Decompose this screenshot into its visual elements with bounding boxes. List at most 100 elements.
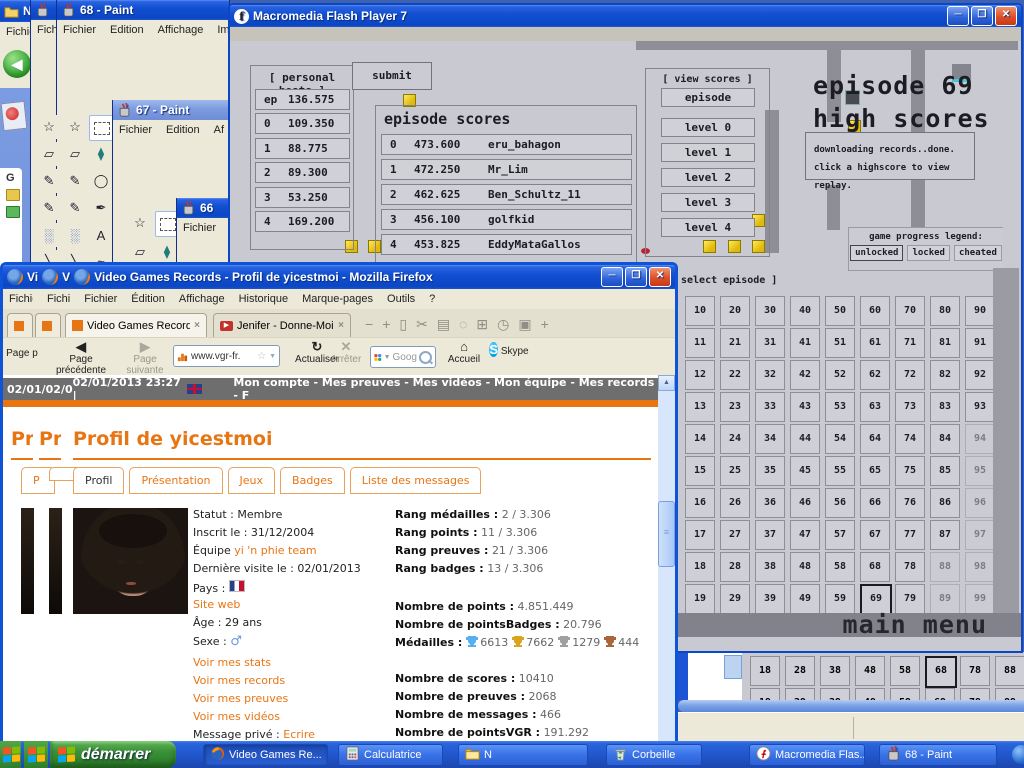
episode-button[interactable]: 54 <box>825 424 855 454</box>
episode-button[interactable]: 84 <box>930 424 960 454</box>
paint66-menu-bar[interactable]: Fichier <box>177 218 229 238</box>
episode-button[interactable]: 81 <box>930 328 960 358</box>
view-scores-button[interactable]: level 4 <box>661 218 755 237</box>
personal-best-row[interactable]: 4 169.200 <box>255 211 350 232</box>
episode-button[interactable]: 40 <box>790 296 820 326</box>
episode-button[interactable]: 31 <box>755 328 785 358</box>
scroll-up-icon[interactable]: ▲ <box>658 375 675 391</box>
episode-button[interactable]: 77 <box>895 520 925 550</box>
legend-cheated-button[interactable]: cheated <box>953 245 1002 261</box>
score-player[interactable]: Ben_Schultz_11 <box>488 188 581 201</box>
episode-button[interactable]: 19 <box>685 584 715 614</box>
episode-button[interactable]: 61 <box>860 328 890 358</box>
episode-button[interactable]: 88 <box>930 552 960 582</box>
url-text[interactable]: www.vgr-fr. <box>191 351 240 362</box>
episode-score-row[interactable]: 1 472.250 Mr_Lim <box>381 159 632 180</box>
episode-button[interactable]: 41 <box>790 328 820 358</box>
episode-button[interactable]: 51 <box>825 328 855 358</box>
menu-item[interactable]: Affichage <box>158 24 204 36</box>
airbrush-icon[interactable]: ░ <box>63 223 87 247</box>
episode-button[interactable]: 10 <box>685 296 715 326</box>
freeform-select-icon[interactable]: ☆ <box>63 115 87 139</box>
episode-button[interactable]: 69 <box>925 688 955 700</box>
episode-button[interactable]: 59 <box>890 688 920 700</box>
window-firefox[interactable]: Vi V Video Games Records - Profil de yic… <box>0 262 678 746</box>
episode-button[interactable]: 17 <box>685 520 715 550</box>
bookmark-star-icon[interactable]: ☆ <box>257 351 266 362</box>
episode-score-row[interactable]: 4 453.825 EddyMataGallos <box>381 234 632 255</box>
episode-button[interactable]: 71 <box>895 328 925 358</box>
episode-button[interactable]: 38 <box>820 656 850 686</box>
minimize-button[interactable]: ─ <box>947 6 969 26</box>
episode-button[interactable]: 14 <box>685 424 715 454</box>
pencil-icon[interactable]: ✎ <box>37 196 61 220</box>
episode-score-row[interactable]: 3 456.100 golfkid <box>381 209 632 230</box>
episode-button[interactable]: 23 <box>720 392 750 422</box>
episode-button[interactable]: 12 <box>685 360 715 390</box>
episode-button[interactable]: 58 <box>825 552 855 582</box>
profile-tab-1[interactable]: Profil <box>73 467 125 494</box>
profile-tab-3[interactable]: Jeux <box>227 467 276 494</box>
copy-icon[interactable]: ▤ <box>437 316 450 333</box>
episode-button[interactable]: 64 <box>860 424 890 454</box>
episode-button[interactable]: 56 <box>825 488 855 518</box>
window-flash-2[interactable]: 1828384858687888 19 29 39 49 59 69 79 89 <box>678 652 1024 700</box>
episode-button[interactable]: 58 <box>890 656 920 686</box>
episode-button[interactable]: 74 <box>895 424 925 454</box>
episode-button[interactable]: 53 <box>825 392 855 422</box>
episode-button[interactable]: 18 <box>685 552 715 582</box>
menu-item[interactable]: Historique <box>239 293 289 305</box>
episode-button[interactable]: 94 <box>965 424 995 454</box>
menu-item[interactable]: Fichier <box>84 293 117 305</box>
start-button[interactable]: démarrer <box>50 741 176 768</box>
back-arrow-icon[interactable]: ◀ <box>3 50 31 78</box>
print-icon[interactable]: ▣ <box>518 316 531 333</box>
episode-button[interactable]: 38 <box>755 552 785 582</box>
paint67-toolbox[interactable]: ☆ ▱ ⧫ <box>127 210 181 268</box>
menu-item[interactable]: Fichier <box>63 24 96 36</box>
new-window-icon[interactable]: ⊞ <box>476 316 488 333</box>
episode-button[interactable]: 39 <box>820 688 850 700</box>
eraser-icon[interactable]: ▱ <box>63 142 87 166</box>
episode-button[interactable]: 49 <box>790 584 820 614</box>
episode-button[interactable]: 93 <box>965 392 995 422</box>
tab-close-icon[interactable]: × <box>338 320 344 331</box>
episode-button[interactable]: 35 <box>755 456 785 486</box>
legend-unlocked-button[interactable]: unlocked <box>850 245 904 261</box>
pencil-icon[interactable]: ✎ <box>63 196 87 220</box>
browser-tab[interactable]: ▶ Jenifer - Donne-Moi Le Tem... × <box>213 313 351 337</box>
personal-best-row[interactable]: 3 53.250 <box>255 187 350 208</box>
folder-small-icon[interactable] <box>6 189 20 201</box>
tab-close-icon[interactable]: × <box>194 320 200 331</box>
taskbar-button[interactable]: Calculatrice <box>338 744 443 766</box>
eyedropper-icon[interactable]: ✎ <box>63 169 87 193</box>
skype-button[interactable]: S Skype <box>487 340 531 360</box>
episode-button[interactable]: 37 <box>755 520 785 550</box>
episode-button[interactable]: 43 <box>790 392 820 422</box>
view-scores-button[interactable]: episode <box>661 88 755 107</box>
taskbar-button[interactable]: Corbeille <box>606 744 702 766</box>
paint67-title-bar[interactable]: 67 - Paint <box>113 100 229 120</box>
paste-icon[interactable]: ▯ <box>399 316 407 333</box>
episode-button[interactable]: 36 <box>755 488 785 518</box>
taskbar-button[interactable]: Video Games Re... <box>203 744 328 766</box>
episode-button[interactable]: 15 <box>685 456 715 486</box>
episode-button[interactable]: 78 <box>960 656 990 686</box>
legend-locked-button[interactable]: locked <box>907 245 950 261</box>
tray-ball-icon[interactable] <box>1012 745 1024 764</box>
episode-button[interactable]: 47 <box>790 520 820 550</box>
episode-button[interactable]: 30 <box>755 296 785 326</box>
personal-best-row[interactable]: 1 88.775 <box>255 138 350 159</box>
paint-sliver-title-bar[interactable] <box>31 0 57 20</box>
episode-button[interactable]: 28 <box>785 656 815 686</box>
episode-button[interactable]: 21 <box>720 328 750 358</box>
episode-button[interactable]: 29 <box>720 584 750 614</box>
profile-link[interactable]: Ecrire <box>283 728 315 741</box>
main-menu-button[interactable]: main menu <box>843 610 987 639</box>
url-field[interactable]: www.vgr-fr. ☆ ▼ <box>173 345 280 367</box>
fill-icon[interactable]: ⧫ <box>89 142 113 166</box>
episode-button[interactable]: 70 <box>895 296 925 326</box>
firefox-menu-bar[interactable]: Fichier Fichi Fichier Édition Affichage Histo… <box>3 289 675 309</box>
menu-item[interactable]: Af <box>214 124 224 136</box>
forward-button[interactable]: ▶ Page suivante <box>115 340 175 377</box>
